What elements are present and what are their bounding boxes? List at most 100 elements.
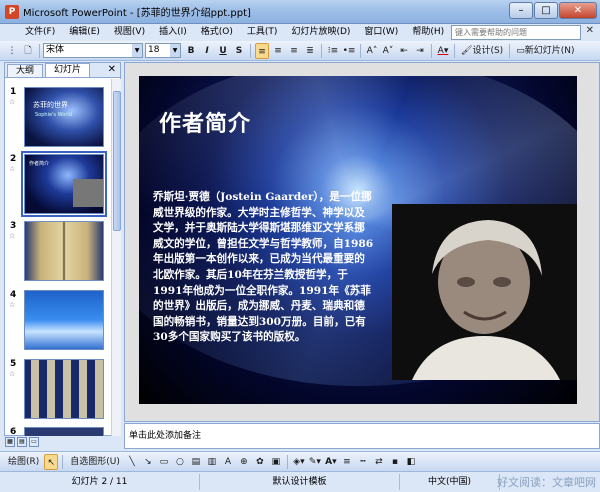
window-title: Microsoft PowerPoint - [苏菲的世界介绍ppt.ppt] (23, 8, 251, 19)
close-button[interactable]: ✕ (559, 2, 597, 19)
3d-style-icon[interactable]: ◧ (404, 454, 418, 470)
new-slide-icon: ▭ (516, 45, 525, 56)
menu-file[interactable]: 文件(F) (18, 25, 62, 40)
line-color-icon[interactable]: ✎▾ (308, 454, 322, 470)
menu-tools[interactable]: 工具(T) (240, 25, 285, 40)
slide-thumbnail[interactable] (24, 427, 104, 436)
slide-number: 5 (10, 359, 17, 369)
slide-body-text[interactable]: 乔斯坦·贾德（Jostein Gaarder），是一位挪威世界级的作家。大学时主… (153, 190, 375, 346)
slide-thumbnail[interactable] (24, 290, 104, 350)
menu-view[interactable]: 视图(V) (107, 25, 152, 40)
toolbar-separator (454, 43, 455, 58)
scrollbar-thumb[interactable] (113, 91, 121, 231)
animation-star-icon: ☆ (9, 301, 16, 309)
toolbar-separator (286, 454, 288, 469)
design-label: 设计(S) (472, 45, 504, 56)
animation-star-icon: ☆ (9, 232, 16, 240)
shadow-button[interactable]: S (232, 43, 246, 59)
drawing-toolbar: 绘图(R) ↖ 自选图形(U) ╲ ↘ ▭ ○ ▤ ▥ A ⊕ ✿ ▣ ◈▾ ✎… (0, 451, 600, 471)
pane-close-icon[interactable]: ✕ (108, 64, 116, 75)
tab-slides[interactable]: 幻灯片 (45, 63, 91, 77)
clipart-icon[interactable]: ✿ (253, 454, 267, 470)
window-controls: – □ ✕ (509, 2, 597, 19)
picture-icon[interactable]: ▣ (269, 454, 283, 470)
menu-insert[interactable]: 插入(I) (152, 25, 194, 40)
menu-bar: 文件(F) 编辑(E) 视图(V) 插入(I) 格式(O) 工具(T) 幻灯片放… (0, 24, 600, 41)
numbering-icon[interactable]: ⁝≡ (326, 43, 340, 59)
design-button[interactable]: 🖌设计(S) (459, 43, 505, 59)
increase-indent-icon[interactable]: ⇥ (413, 43, 427, 59)
current-slide[interactable]: 作者简介 乔斯坦·贾德（Jostein Gaarder），是一位挪威世界级的作家… (139, 76, 577, 404)
textbox-icon[interactable]: ▤ (189, 454, 203, 470)
minimize-button[interactable]: – (509, 2, 533, 19)
slide-editor: 作者简介 乔斯坦·贾德（Jostein Gaarder），是一位挪威世界级的作家… (124, 62, 600, 422)
normal-view-icon[interactable]: ▦ (5, 437, 15, 447)
wordart-icon[interactable]: A (221, 454, 235, 470)
bold-button[interactable]: B (184, 43, 198, 59)
menu-edit[interactable]: 编辑(E) (62, 25, 107, 40)
oval-icon[interactable]: ○ (173, 454, 187, 470)
autoshapes-button[interactable]: 自选图形(U) (67, 454, 123, 470)
new-slide-button[interactable]: ▭新幻灯片(N) (514, 43, 576, 59)
font-name-select[interactable]: 宋体 ▼ (43, 43, 143, 58)
underline-button[interactable]: U (216, 43, 230, 59)
slide-thumbnail[interactable] (24, 359, 104, 419)
tab-outline[interactable]: 大纲 (7, 64, 44, 77)
slide-title[interactable]: 作者简介 (159, 106, 251, 138)
toolbar-grip-icon: ⋮ (7, 45, 17, 56)
notes-pane[interactable]: 单击此处添加备注 (124, 423, 600, 449)
select-arrow-icon[interactable]: ↖ (44, 453, 59, 470)
dash-style-icon[interactable]: ┅ (356, 454, 370, 470)
vertical-textbox-icon[interactable]: ▥ (205, 454, 219, 470)
animation-star-icon: ☆ (9, 98, 16, 106)
font-color-icon[interactable]: A▾ (324, 454, 338, 470)
line-style-icon[interactable]: ≡ (340, 454, 354, 470)
increase-font-icon[interactable]: A˄ (365, 43, 379, 59)
menu-format[interactable]: 格式(O) (194, 25, 240, 40)
shadow-style-icon[interactable]: ▪ (388, 454, 402, 470)
menu-slideshow[interactable]: 幻灯片放映(D) (284, 25, 357, 40)
slide-number: 2 (10, 154, 17, 164)
menu-window[interactable]: 窗口(W) (357, 25, 405, 40)
animation-star-icon: ☆ (9, 370, 16, 378)
author-photo[interactable] (392, 204, 577, 380)
maximize-button[interactable]: □ (534, 2, 558, 19)
animation-star-icon: ☆ (9, 165, 16, 173)
document-close-icon[interactable]: ✕ (586, 25, 594, 36)
line-icon[interactable]: ╲ (125, 454, 139, 470)
arrow-icon[interactable]: ↘ (141, 454, 155, 470)
font-size-value: 18 (148, 45, 160, 55)
sorter-view-icon[interactable]: ▤ (17, 437, 27, 447)
rectangle-icon[interactable]: ▭ (157, 454, 171, 470)
bullets-icon[interactable]: •≡ (342, 43, 356, 59)
font-color-icon[interactable]: A▾ (436, 43, 450, 59)
decrease-indent-icon[interactable]: ⇤ (397, 43, 411, 59)
align-center-icon[interactable]: ≡ (271, 43, 285, 59)
align-left-icon[interactable]: ≡ (255, 42, 269, 59)
font-size-select[interactable]: 18 ▼ (145, 43, 181, 58)
arrow-style-icon[interactable]: ⇄ (372, 454, 386, 470)
align-right-icon[interactable]: ≡ (287, 43, 301, 59)
slide-thumbnail[interactable]: 作者简介 (21, 151, 107, 217)
help-search-input[interactable]: 键入需要帮助的问题 (451, 25, 581, 40)
status-language: 中文(中国) (400, 474, 500, 490)
fill-color-icon[interactable]: ◈▾ (292, 454, 306, 470)
diagram-icon[interactable]: ⊕ (237, 454, 251, 470)
slide-thumbnail[interactable] (24, 221, 104, 281)
chevron-down-icon: ▼ (132, 44, 142, 57)
new-document-icon[interactable]: 🗋 (21, 43, 35, 59)
thumbnail-photo (73, 179, 103, 207)
thumbnail-scrollbar[interactable] (111, 79, 121, 436)
justify-icon[interactable]: ≣ (303, 43, 317, 59)
draw-menu-button[interactable]: 绘图(R) (5, 454, 42, 470)
italic-button[interactable]: I (200, 43, 214, 59)
slide-thumbnail[interactable]: 苏菲的世界 Sophie's World (24, 87, 104, 147)
powerpoint-app-icon[interactable]: P (5, 4, 19, 19)
thumbnail-subtitle: Sophie's World (35, 112, 72, 118)
menu-help[interactable]: 帮助(H) (405, 25, 451, 40)
decrease-font-icon[interactable]: A˅ (381, 43, 395, 59)
toolbar-separator (321, 43, 322, 58)
slideshow-view-icon[interactable]: ▭ (29, 437, 39, 447)
toolbar-separator (62, 454, 64, 469)
formatting-toolbar: ⋮ 🗋 宋体 ▼ 18 ▼ B I U S ≡ ≡ ≡ ≣ ⁝≡ •≡ A˄ A… (0, 41, 600, 61)
